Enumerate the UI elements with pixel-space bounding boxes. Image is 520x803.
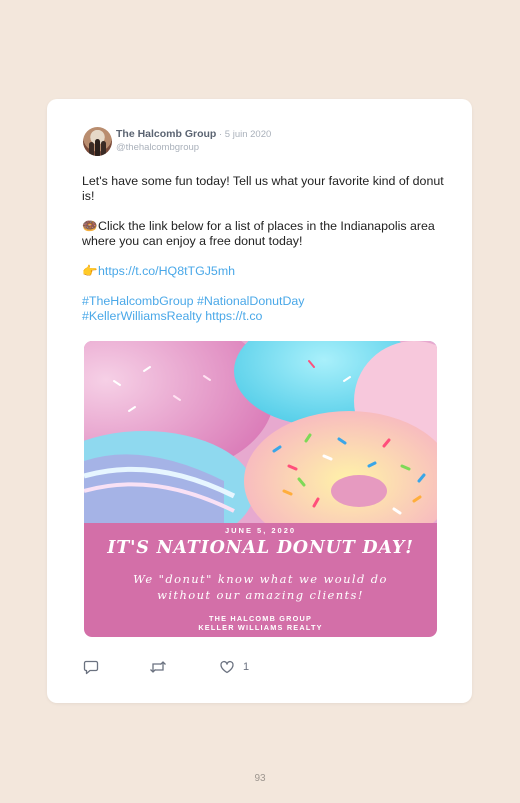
tweet-text: Let's have some fun today! Tell us what … [82, 174, 447, 324]
like-button[interactable]: 1 [219, 658, 249, 676]
reply-icon [83, 660, 99, 675]
tweet-actions: 1 [83, 658, 283, 676]
page-number: 93 [254, 773, 266, 784]
author-handle[interactable]: @thehalcombgroup [116, 142, 199, 153]
tweet-line-2-text: Click the link below for a list of place… [82, 219, 435, 248]
tweet-line-3: 👉https://t.co/HQ8tTGJ5mh [82, 264, 447, 279]
hashtag-halcomb[interactable]: #TheHalcombGroup [82, 294, 194, 308]
promo-banner: JUNE 5, 2020 IT'S NATIONAL DONUT DAY! We… [84, 523, 437, 637]
tweet-link-1[interactable]: https://t.co/HQ8tTGJ5mh [98, 264, 235, 278]
author-row: The Halcomb Group · 5 juin 2020 [116, 128, 271, 140]
hashtag-donut-day[interactable]: #NationalDonutDay [197, 294, 304, 308]
tweet-hashtags: #TheHalcombGroup #NationalDonutDay #Kelle… [82, 294, 447, 324]
banner-title: IT'S NATIONAL DONUT DAY! [107, 538, 414, 558]
banner-subtitle-line-1: We "donut" know what we would do [133, 572, 388, 586]
banner-subtitle-line-2: without our amazing clients! [157, 588, 364, 602]
tweet-line-1: Let's have some fun today! Tell us what … [82, 174, 444, 203]
like-count: 1 [243, 661, 250, 673]
tweet-line-2: 🍩Click the link below for a list of plac… [82, 219, 447, 249]
banner-footer-line-1: THE HALCOMB GROUP [208, 614, 313, 623]
banner-footer-line-2: KELLER WILLIAMS REALTY [198, 623, 323, 632]
donut-emoji: 🍩 [82, 219, 98, 233]
retweet-button[interactable] [149, 658, 167, 676]
donut-photo [84, 341, 437, 523]
tweet-link-2[interactable]: https://t.co [205, 309, 262, 323]
hashtag-keller-williams[interactable]: #KellerWilliamsRealty [82, 309, 202, 323]
author-name[interactable]: The Halcomb Group [116, 128, 216, 140]
pointing-hand-emoji: 👉 [82, 264, 98, 278]
tweet-media[interactable]: JUNE 5, 2020 IT'S NATIONAL DONUT DAY! We… [84, 341, 437, 637]
banner-subtitle: We "donut" know what we would do without… [84, 571, 437, 603]
banner-date: JUNE 5, 2020 [224, 526, 297, 535]
tweet-card: The Halcomb Group · 5 juin 2020 @thehalc… [47, 99, 472, 703]
tweet-date[interactable]: · 5 juin 2020 [216, 129, 271, 140]
heart-icon [220, 660, 234, 674]
banner-footer: THE HALCOMB GROUP KELLER WILLIAMS REALTY [84, 614, 437, 632]
retweet-icon [150, 661, 166, 673]
avatar[interactable] [83, 127, 112, 156]
reply-button[interactable] [83, 658, 99, 676]
